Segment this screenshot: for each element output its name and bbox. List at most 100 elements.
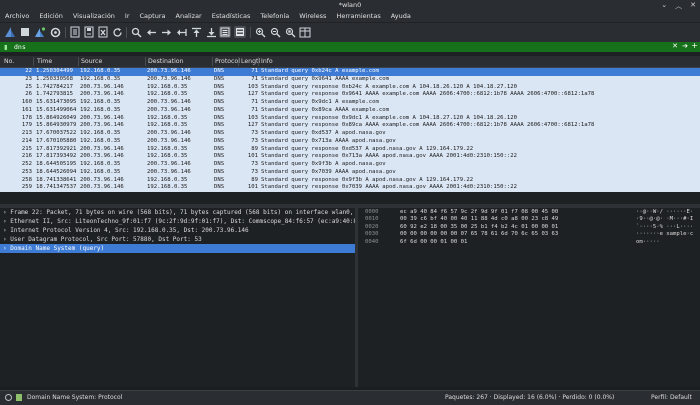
column-separator[interactable] — [212, 57, 213, 66]
colorize-icon[interactable] — [234, 26, 246, 38]
menu-estadisticas[interactable]: Estadísticas — [207, 11, 256, 22]
packet-row[interactable]: 161 15.631499064 192.168.0.35 200.73.96.146… — [0, 106, 700, 115]
packet-destination: 192.168.0.35 — [147, 91, 188, 98]
clear-filter-icon[interactable]: ✕ — [672, 42, 678, 50]
bookmark-filter-icon[interactable]: ▮ — [4, 43, 8, 51]
menu-edicion[interactable]: Edición — [34, 11, 68, 22]
hex-dump-row[interactable]: 0010 00 39 c6 bf 40 00 40 11 88 4d c0 a8 … — [358, 216, 700, 223]
resize-columns-icon[interactable] — [299, 26, 311, 38]
capture-comment-icon[interactable] — [16, 394, 22, 401]
menu-telefonia[interactable]: Telefonía — [255, 11, 294, 22]
menu-ir[interactable]: Ir — [120, 11, 135, 22]
column-header-protocol[interactable]: Protocol — [215, 58, 240, 65]
column-separator[interactable] — [78, 57, 79, 66]
restart-icon[interactable] — [34, 26, 46, 38]
hex-offset: 0020 — [365, 223, 379, 230]
packet-row[interactable]: 213 17.670037522 192.168.0.35 200.73.96.146… — [0, 130, 700, 138]
packet-time: 17.817392921 — [36, 145, 77, 152]
menu-analizar[interactable]: Analizar — [171, 11, 207, 22]
packet-row[interactable]: 258 18.741338641 200.73.96.146 192.168.0.35… — [0, 176, 700, 185]
column-header-destination[interactable]: Destination — [148, 58, 184, 65]
display-filter-input[interactable]: dns — [14, 43, 26, 51]
detail-tree-item[interactable]: › Ethernet II, Src: LiteonTechno_9f:01:f… — [0, 217, 355, 226]
packet-row[interactable]: 259 18.741347537 200.73.96.146 192.168.0.35… — [0, 184, 700, 192]
packet-info: Standard query 0x713a AAAA apod.nasa.gov — [261, 137, 396, 144]
packet-time: 18.741338641 — [36, 176, 77, 183]
add-filter-button-icon[interactable]: + — [691, 41, 698, 50]
packet-length: 101 — [247, 153, 258, 160]
minimize-icon[interactable]: ⌄ — [661, 1, 667, 11]
packet-info: Standard query 0x9dc1 A example.com — [261, 99, 379, 105]
packet-row[interactable]: 252 18.644505195 192.168.0.35 200.73.96.146… — [0, 161, 700, 169]
column-separator[interactable] — [33, 57, 34, 66]
packet-source: 192.168.0.35 — [80, 130, 121, 136]
forward-arrow-icon[interactable] — [160, 26, 172, 38]
menu-captura[interactable]: Captura — [135, 11, 171, 22]
open-file-icon[interactable] — [69, 26, 81, 38]
column-separator[interactable] — [145, 57, 146, 66]
find-icon[interactable] — [130, 26, 142, 38]
packet-number: 179 — [21, 122, 32, 129]
apply-filter-icon[interactable]: ➔ — [682, 42, 688, 50]
packet-protocol: DNS — [214, 75, 225, 82]
packet-time: 1.742793815 — [36, 91, 74, 98]
column-separator[interactable] — [238, 57, 239, 66]
options-gear-icon[interactable] — [49, 26, 61, 38]
column-header-source[interactable]: Source — [81, 58, 102, 65]
packet-row[interactable]: 253 18.644526094 192.168.0.35 200.73.96.146… — [0, 168, 700, 177]
hex-dump-row[interactable]: 0030 00 00 00 00 00 00 07 65 78 61 6d 70 … — [358, 231, 700, 238]
goto-packet-icon[interactable] — [175, 26, 187, 38]
hex-dump-row[interactable]: 0020 60 92 e2 18 00 35 00 25 b1 f4 b2 4c … — [358, 224, 700, 231]
display-filter-bar[interactable]: ▮ dns ✕ ➔ + — [0, 41, 700, 52]
packet-protocol: DNS — [214, 83, 225, 90]
last-packet-icon[interactable] — [205, 26, 217, 38]
packet-row[interactable]: 214 17.670105880 192.168.0.35 200.73.96.146… — [0, 137, 700, 146]
column-header-time[interactable]: Time — [37, 58, 52, 65]
close-icon[interactable]: ✕ — [690, 1, 696, 11]
close-file-icon[interactable] — [97, 26, 109, 38]
packet-rows: 22 1.250304499 192.168.0.35 200.73.96.146 DN… — [0, 68, 700, 192]
detail-tree-item[interactable]: › Internet Protocol Version 4, Src: 192.… — [0, 226, 355, 235]
packet-row[interactable]: 25 1.742784217 200.73.96.146 192.168.0.35 DN… — [0, 83, 700, 92]
packet-source: 192.168.0.35 — [80, 168, 121, 175]
packet-protocol: DNS — [214, 91, 225, 98]
packet-length: 89 — [251, 176, 258, 183]
stop-icon[interactable] — [19, 26, 31, 38]
detail-tree-item[interactable]: › Frame 22: Packet, 71 bytes on wire (56… — [0, 208, 355, 217]
packet-source: 192.168.0.35 — [80, 68, 121, 74]
first-packet-icon[interactable] — [190, 26, 202, 38]
packet-row[interactable]: 178 15.864926049 200.73.96.146 192.168.0.35… — [0, 114, 700, 123]
column-header-no[interactable]: No. — [4, 58, 14, 65]
menu-herramientas[interactable]: Herramientas — [331, 11, 385, 22]
zoom-reset-icon[interactable] — [284, 26, 296, 38]
packet-row[interactable]: 216 17.817393492 200.73.96.146 192.168.0.35… — [0, 153, 700, 161]
reload-icon[interactable] — [111, 26, 123, 38]
profile-indicator[interactable]: Perfil: Default — [651, 394, 692, 401]
zoom-in-icon[interactable] — [254, 26, 266, 38]
autoscroll-icon[interactable] — [219, 26, 231, 38]
detail-tree-label: Domain Name System (query) — [10, 245, 105, 252]
expert-info-icon[interactable] — [5, 394, 12, 401]
packet-row[interactable]: 179 15.864930979 200.73.96.146 192.168.0.35… — [0, 122, 700, 130]
ascii-bytes: ·······e xample·c — [636, 231, 694, 238]
detail-tree-item[interactable]: › Domain Name System (query) — [0, 244, 355, 253]
zoom-out-icon[interactable] — [269, 26, 281, 38]
maximize-icon[interactable]: ︿ — [675, 1, 682, 11]
packet-row[interactable]: 160 15.631473095 192.168.0.35 200.73.96.146… — [0, 99, 700, 107]
hex-dump-row[interactable]: 0040 6f 6d 00 00 01 00 01 om····· — [358, 239, 700, 246]
packet-row[interactable]: 22 1.250304499 192.168.0.35 200.73.96.146 DN… — [0, 68, 700, 76]
save-file-icon[interactable] — [83, 26, 95, 38]
menu-ayuda[interactable]: Ayuda — [386, 11, 416, 22]
column-separator[interactable] — [258, 57, 259, 66]
menu-archivo[interactable]: Archivo — [0, 11, 34, 22]
column-header-info[interactable]: Info — [261, 58, 273, 65]
menu-visualizacion[interactable]: Visualización — [68, 11, 120, 22]
packet-row[interactable]: 215 17.817392921 200.73.96.146 192.168.0.35… — [0, 145, 700, 154]
hex-dump-row[interactable]: 0000 ec a9 40 84 f6 57 9c 2f 9d 9f 01 f7 … — [358, 209, 700, 216]
packet-row[interactable]: 23 1.250330568 192.168.0.35 200.73.96.146 DN… — [0, 75, 700, 84]
detail-tree-item[interactable]: › User Datagram Protocol, Src Port: 5788… — [0, 235, 355, 244]
back-arrow-icon[interactable] — [145, 26, 157, 38]
menu-wireless[interactable]: Wireless — [294, 11, 331, 22]
packet-row[interactable]: 26 1.742793815 200.73.96.146 192.168.0.35 DN… — [0, 91, 700, 99]
shark-fin-start-icon[interactable] — [4, 26, 16, 38]
